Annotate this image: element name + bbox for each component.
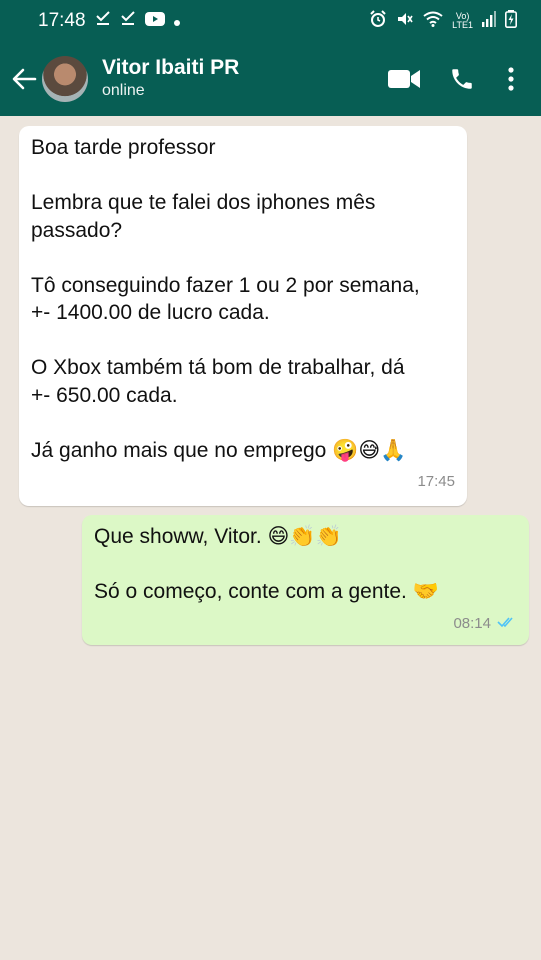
status-bar-left: 17:48 <box>38 10 180 32</box>
message-line: Que showw, Vitor. 😄👏👏 <box>94 525 342 548</box>
volte-lte-icon: Vo) LTE1 <box>452 11 473 30</box>
read-double-check-icon <box>497 610 517 638</box>
message-line: Só o começo, conte com a gente. 🤝 <box>94 580 439 603</box>
contact-name: Vitor Ibaiti PR <box>102 56 240 79</box>
back-button[interactable] <box>6 66 42 92</box>
message-line <box>31 327 455 355</box>
video-call-button[interactable] <box>375 55 433 103</box>
signal-icon <box>482 10 496 32</box>
message-line: Boa tarde professor <box>31 136 216 159</box>
message-line <box>94 551 517 579</box>
status-bar: 17:48 Vo) LTE1 <box>0 0 541 42</box>
youtube-icon <box>144 10 165 32</box>
message-time: 17:45 <box>417 473 455 490</box>
alarm-icon <box>369 9 387 33</box>
message-line <box>31 409 455 437</box>
menu-icon <box>508 67 514 91</box>
battery-icon <box>505 9 517 33</box>
dot-icon <box>173 10 180 32</box>
chat-area[interactable]: Boa tarde professor Lembra que te falei … <box>0 116 541 960</box>
incoming-message[interactable]: Boa tarde professor Lembra que te falei … <box>19 126 467 506</box>
header-actions <box>375 55 531 103</box>
wifi-icon <box>423 11 443 32</box>
message-line: Tô conseguindo fazer 1 ou 2 por semana, <box>31 273 420 297</box>
message-line: +- 650.00 cada. <box>31 383 178 407</box>
outgoing-message[interactable]: Que showw, Vitor. 😄👏👏 Só o começo, conte… <box>82 515 529 645</box>
message-meta: 08:14 <box>94 610 517 638</box>
message-line <box>31 162 455 190</box>
chat-header: Vitor Ibaiti PR online <box>0 42 541 116</box>
message-line: O Xbox também tá bom de trabalhar, dá <box>31 356 405 379</box>
video-call-icon <box>388 70 420 88</box>
back-arrow-icon <box>12 68 37 90</box>
message-line: Lembra que te falei dos iphones mês <box>31 191 376 214</box>
status-time: 17:48 <box>38 10 86 31</box>
contact-status: online <box>102 82 145 99</box>
avatar[interactable] <box>42 56 88 102</box>
message-line: passado? <box>31 218 123 242</box>
status-bar-right: Vo) LTE1 <box>369 9 517 33</box>
check-download-icon <box>95 10 111 32</box>
voice-call-icon <box>452 69 472 89</box>
message-line <box>31 244 455 272</box>
check-download-icon <box>120 10 136 32</box>
voice-call-button[interactable] <box>433 55 491 103</box>
message-meta: 17:45 <box>31 468 455 496</box>
mute-icon <box>396 10 414 33</box>
message-time: 08:14 <box>453 614 491 632</box>
message-line: +- 1400.00 de lucro cada. <box>31 301 270 324</box>
menu-button[interactable] <box>491 55 531 103</box>
contact-info[interactable]: Vitor Ibaiti PR online <box>102 56 375 102</box>
message-line: Já ganho mais que no emprego 🤪😅🙏 <box>31 438 407 462</box>
